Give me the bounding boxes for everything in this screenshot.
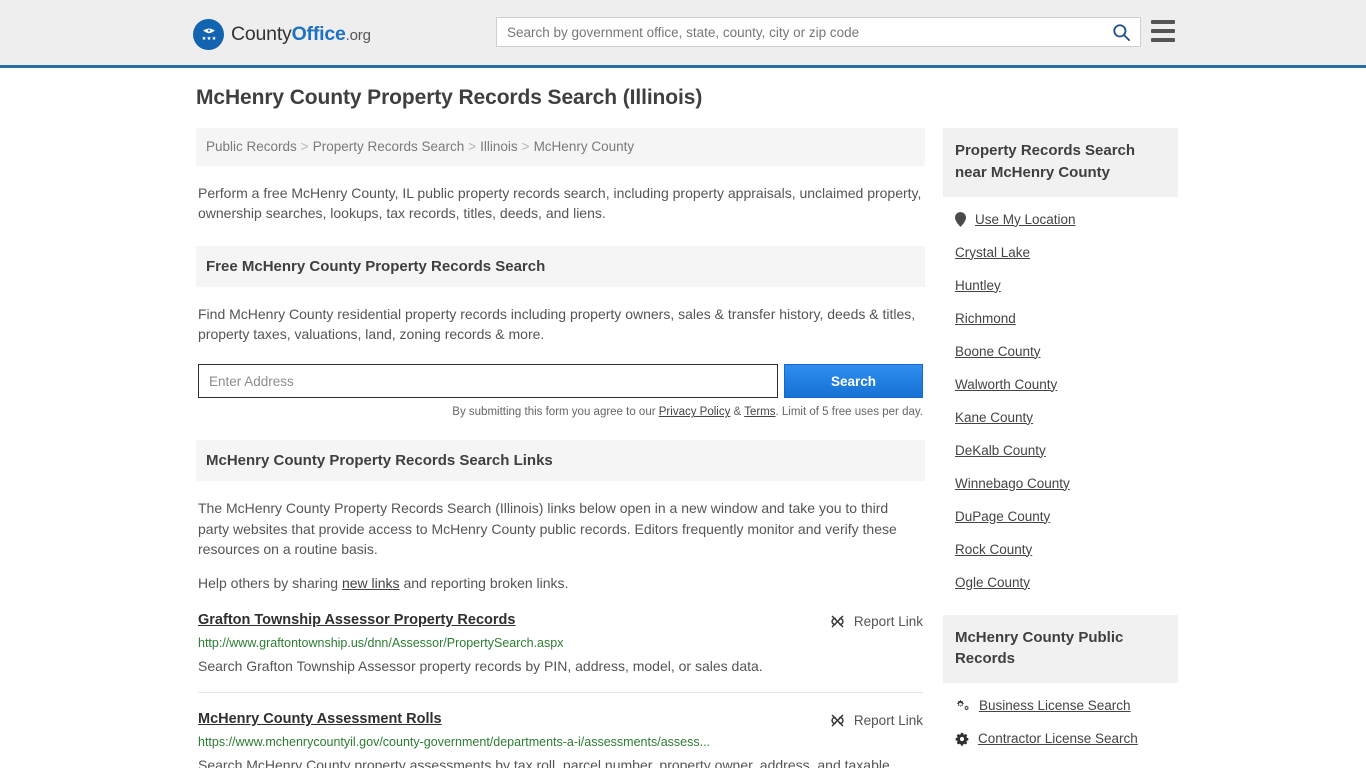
sidebar-nearby-heading: Property Records Search near McHenry Cou… [942, 128, 1178, 197]
sidebar-item-label[interactable]: Kane County [955, 410, 1033, 425]
main-content: Public Records > Property Records Search > I… [196, 128, 925, 768]
cogs-icon [957, 700, 969, 711]
privacy-policy-link[interactable]: Privacy Policy [659, 406, 731, 418]
page-intro-text: Perform a free McHenry County, IL public… [198, 185, 922, 222]
sidebar-item-label[interactable]: Use My Location [975, 212, 1076, 227]
broken-link-icon [831, 615, 844, 627]
global-search-bar[interactable] [496, 17, 1141, 47]
link-result-item: Grafton Township Assessor Property Recor… [198, 594, 923, 693]
link-result-description: Search McHenry County property assessmen… [198, 756, 890, 768]
report-link-label: Report Link [853, 712, 923, 728]
free-search-description: Find McHenry County residential property… [198, 305, 916, 343]
sidebar-item-dekalb-county[interactable]: DeKalb County [955, 434, 1178, 467]
link-result-header: Grafton Township Assessor Property Recor… [198, 612, 923, 630]
sidebar-item-label[interactable]: Huntley [955, 278, 1001, 293]
brand-part-office: Office [291, 22, 346, 45]
link-result-title[interactable]: Grafton Township Assessor Property Recor… [198, 612, 515, 628]
sidebar-item-label[interactable]: Winnebago County [955, 476, 1070, 491]
sidebar-item-richmond[interactable]: Richmond [955, 302, 1178, 335]
free-search-heading: Free McHenry County Property Records Sea… [196, 245, 925, 287]
link-result-url: http://www.graftontownship.us/dnn/Assess… [198, 635, 564, 650]
brand-part-tld: .org [345, 26, 371, 44]
breadcrumb-separator: > [468, 139, 477, 154]
breadcrumb-item-mchenry-county[interactable]: McHenry County [534, 139, 635, 154]
sidebar-item-crystal-lake[interactable]: Crystal Lake [955, 236, 1178, 269]
page-title: McHenry County Property Records Search (… [196, 86, 703, 109]
new-links-link[interactable]: new links [342, 575, 400, 591]
site-logo[interactable]: CountyOffice.org [193, 19, 371, 50]
sidebar-item-label[interactable]: DuPage County [955, 509, 1050, 524]
address-search-form: Search [198, 364, 923, 399]
sidebar-item-kane-county[interactable]: Kane County [955, 401, 1178, 434]
report-link-button[interactable]: Report Link [829, 711, 923, 729]
sidebar-item-business-license-search[interactable]: Business License Search [955, 689, 1178, 722]
sidebar-item-ogle-county[interactable]: Ogle County [955, 566, 1178, 599]
disclaimer-prefix: By submitting this form you agree to our [452, 406, 659, 419]
address-input[interactable] [198, 364, 778, 399]
sidebar-item-winnebago-county[interactable]: Winnebago County [955, 467, 1178, 500]
site-header: CountyOffice.org [0, 0, 1366, 68]
sidebar-item-label[interactable]: Contractor License Search [978, 731, 1138, 746]
report-link-label: Report Link [853, 613, 923, 629]
breadcrumb-item-public-records[interactable]: Public Records [206, 139, 297, 154]
brand-part-county: County [231, 22, 292, 45]
sidebar-item-label[interactable]: Boone County [955, 344, 1041, 359]
hamburger-bar [1151, 29, 1175, 33]
breadcrumb-separator: > [300, 139, 309, 154]
sidebar-item-rock-county[interactable]: Rock County [955, 533, 1178, 566]
link-result-description: Search Grafton Township Assessor propert… [198, 657, 763, 674]
help-suffix: and reporting broken links. [399, 575, 569, 592]
hamburger-bar [1151, 20, 1175, 24]
search-input[interactable] [497, 18, 1102, 46]
links-section-heading: McHenry County Property Records Search L… [196, 440, 925, 482]
sidebar-item-label[interactable]: Rock County [955, 542, 1032, 557]
sidebar-item-label[interactable]: Walworth County [955, 377, 1057, 392]
sidebar-item-dupage-county[interactable]: DuPage County [955, 500, 1178, 533]
sidebar-item-boone-county[interactable]: Boone County [955, 335, 1178, 368]
sidebar-item-label[interactable]: Crystal Lake [955, 245, 1030, 260]
link-result-item: McHenry County Assessment Rolls Report L… [198, 693, 923, 768]
page-body: McHenry County Property Records Search (… [0, 68, 1366, 768]
sidebar-item-label[interactable]: Ogle County [955, 575, 1030, 590]
help-prefix: Help others by sharing [198, 575, 342, 592]
brand-wordmark: CountyOffice.org [231, 22, 371, 45]
breadcrumb-item-illinois[interactable]: Illinois [480, 139, 518, 154]
disclaimer-suffix: . Limit of 5 free uses per day. [775, 406, 923, 419]
links-section-description: The McHenry County Property Records Sear… [198, 500, 897, 557]
hamburger-bar [1151, 38, 1175, 42]
links-section-help: Help others by sharing new links and rep… [198, 573, 923, 593]
sidebar-public-records-heading: McHenry County Public Records [942, 614, 1178, 683]
eagle-shield-icon [193, 19, 224, 50]
link-result-url: https://www.mchenrycountyil.gov/county-g… [198, 734, 711, 749]
link-result-header: McHenry County Assessment Rolls Report L… [198, 711, 923, 729]
search-icon [1112, 23, 1130, 41]
link-result-title[interactable]: McHenry County Assessment Rolls [198, 711, 442, 727]
sidebar-item-walworth-county[interactable]: Walworth County [955, 368, 1178, 401]
search-submit-button[interactable] [1102, 18, 1140, 46]
sidebar-item-huntley[interactable]: Huntley [955, 269, 1178, 302]
cog-icon [955, 732, 969, 746]
disclaimer-amp: & [730, 406, 745, 419]
sidebar: Property Records Search near McHenry Cou… [942, 128, 1178, 755]
sidebar-item-label[interactable]: Richmond [955, 311, 1016, 326]
map-pin-icon [954, 211, 966, 227]
sidebar-item-use-my-location[interactable]: Use My Location [954, 203, 1178, 236]
breadcrumb-item-property-records-search[interactable]: Property Records Search [313, 139, 465, 154]
report-link-button[interactable]: Report Link [829, 612, 923, 630]
sidebar-public-records-list: Business License Search Contractor Licen… [943, 683, 1178, 755]
hamburger-menu-icon[interactable] [1151, 20, 1175, 42]
breadcrumb: Public Records > Property Records Search > I… [196, 128, 925, 167]
terms-link[interactable]: Terms [744, 406, 775, 418]
breadcrumb-separator: > [521, 139, 530, 154]
broken-link-icon [831, 714, 844, 727]
search-button[interactable]: Search [783, 364, 923, 399]
sidebar-item-label[interactable]: Business License Search [979, 698, 1131, 713]
form-disclaimer: By submitting this form you agree to our… [198, 406, 923, 418]
sidebar-nearby-list: Use My Location Crystal Lake Huntley Ric… [943, 197, 1178, 599]
sidebar-item-label[interactable]: DeKalb County [955, 443, 1046, 458]
sidebar-item-contractor-license-search[interactable]: Contractor License Search [955, 722, 1178, 755]
